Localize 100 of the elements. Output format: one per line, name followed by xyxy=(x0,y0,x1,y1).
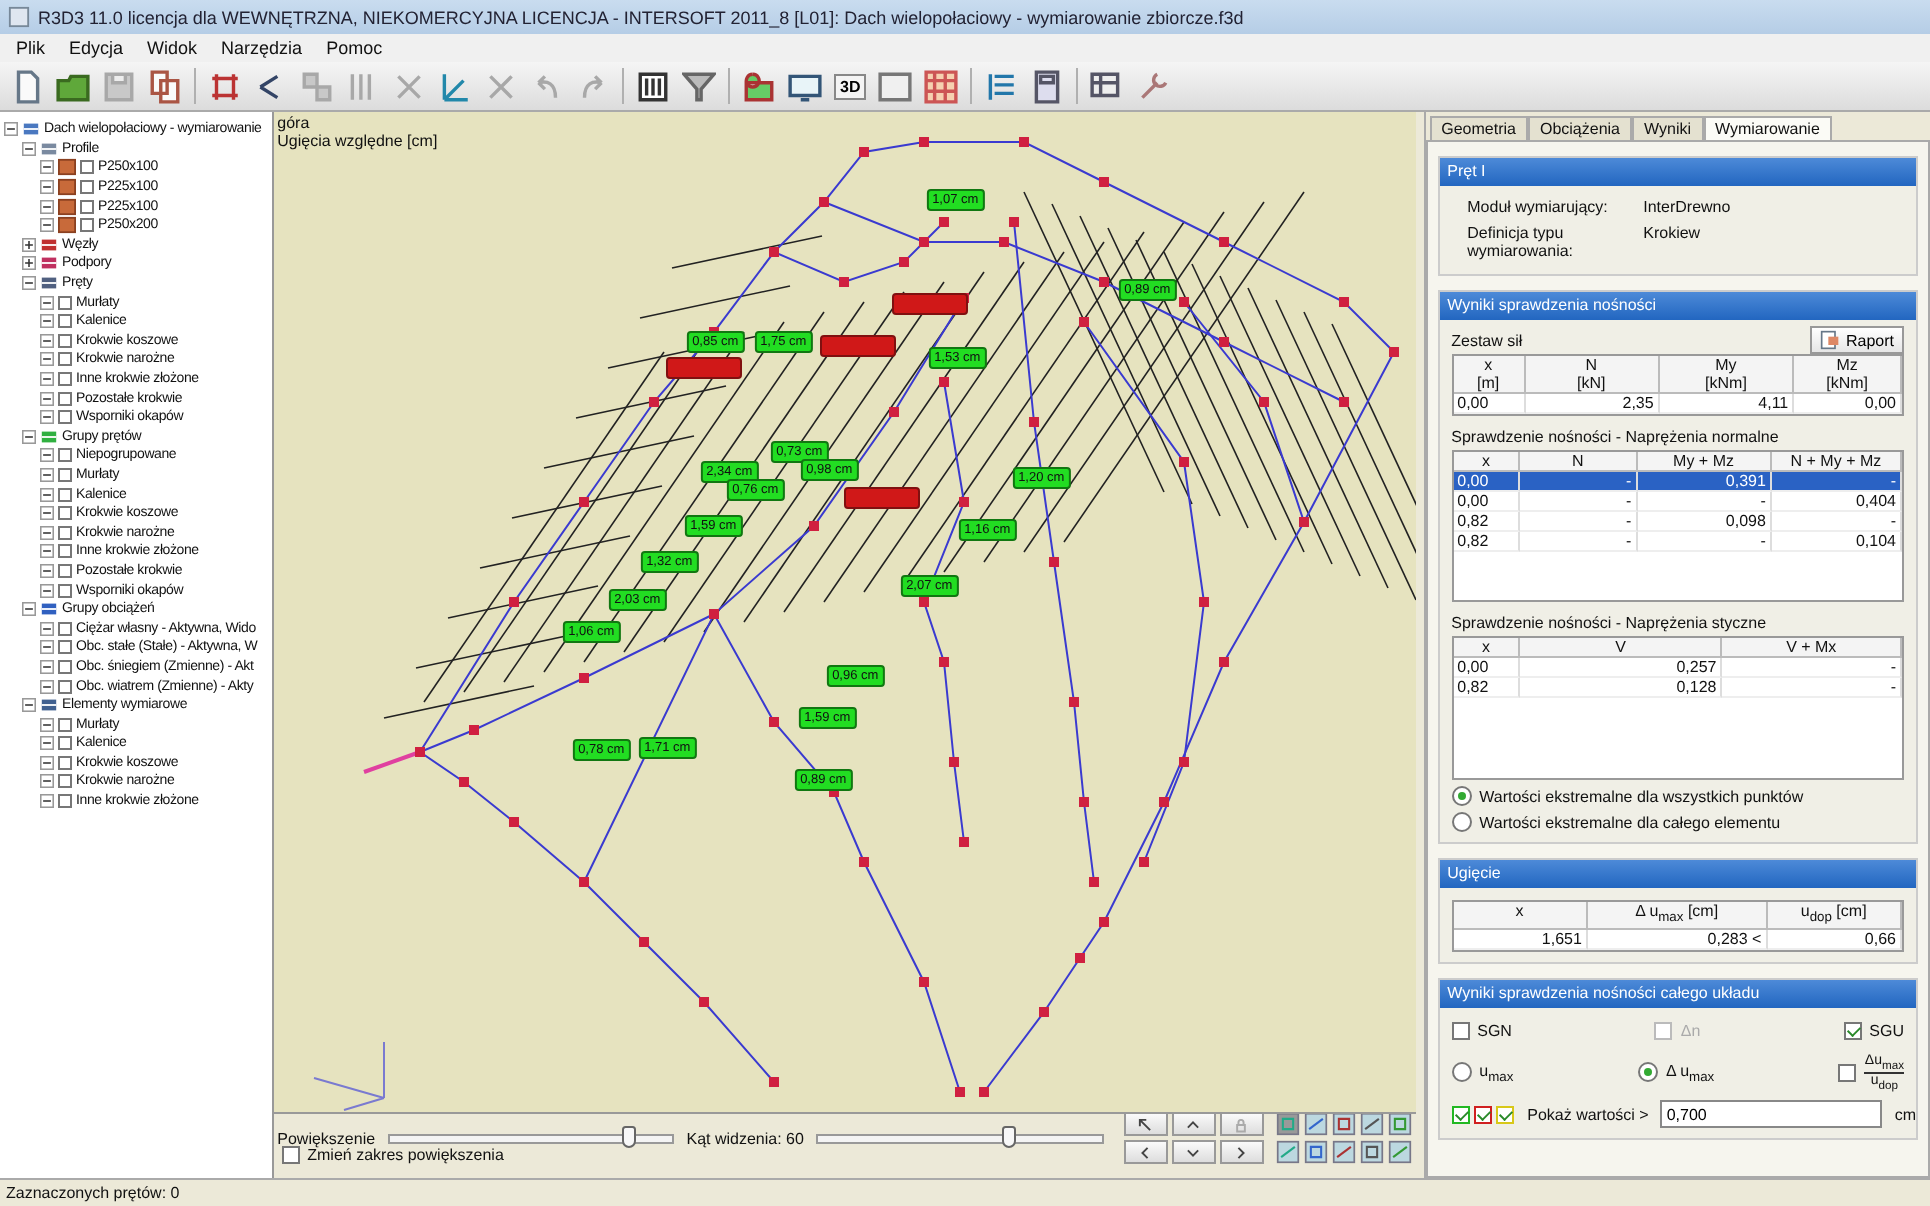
view-toggle-icon[interactable] xyxy=(1275,1140,1300,1164)
checkbox[interactable] xyxy=(58,448,72,463)
view-toggle-icon[interactable] xyxy=(1303,1140,1328,1164)
expander-icon[interactable] xyxy=(40,621,54,636)
color-checkbox[interactable] xyxy=(1451,1105,1470,1124)
radio-button[interactable] xyxy=(1451,786,1472,806)
expander-icon[interactable] xyxy=(40,794,54,809)
menu-item[interactable]: Edycja xyxy=(61,38,132,58)
checkbox[interactable] xyxy=(58,467,72,482)
expander-icon[interactable] xyxy=(22,602,36,617)
radio-button[interactable] xyxy=(1451,1062,1472,1083)
expander-icon[interactable] xyxy=(40,218,54,233)
expander-icon[interactable] xyxy=(40,352,54,367)
axis-icon[interactable] xyxy=(438,69,472,103)
expander-icon[interactable] xyxy=(40,199,54,214)
expander-icon[interactable] xyxy=(22,276,36,291)
table-row[interactable]: 0,82 0,128 - xyxy=(1453,678,1902,698)
checkbox[interactable] xyxy=(58,506,72,521)
checkbox[interactable] xyxy=(1451,1021,1470,1040)
checkbox[interactable] xyxy=(58,755,72,770)
reset-view-button[interactable] xyxy=(1123,1112,1168,1136)
expander-icon[interactable] xyxy=(40,487,54,502)
funnel-icon[interactable] xyxy=(682,69,716,103)
view-toggle-icon[interactable] xyxy=(1359,1140,1384,1164)
table-row[interactable]: 0,82 - - 0,104 xyxy=(1453,532,1902,552)
table-row[interactable]: 0,00 - 0,391 - xyxy=(1453,472,1902,492)
color-checkbox[interactable] xyxy=(1495,1105,1514,1124)
checkbox[interactable] xyxy=(58,736,72,751)
checkbox[interactable] xyxy=(58,544,72,559)
expander-icon[interactable] xyxy=(22,429,36,444)
table-row[interactable]: 0,00 2,35 4,11 0,00 xyxy=(1453,394,1902,414)
expander-icon[interactable] xyxy=(40,448,54,463)
checkbox[interactable] xyxy=(58,621,72,636)
checkbox[interactable] xyxy=(58,314,72,329)
view-toggle-icon[interactable] xyxy=(1331,1140,1356,1164)
expander-icon[interactable] xyxy=(40,525,54,540)
folder-icon[interactable] xyxy=(56,69,90,103)
expander-icon[interactable] xyxy=(40,736,54,751)
checkbox[interactable] xyxy=(58,295,72,310)
expander-icon[interactable] xyxy=(4,122,18,137)
expander-icon[interactable] xyxy=(40,160,54,175)
checkbox[interactable] xyxy=(80,199,94,214)
checkbox[interactable] xyxy=(58,717,72,732)
checkbox[interactable] xyxy=(80,218,94,233)
checkbox[interactable] xyxy=(80,160,94,175)
expander-icon[interactable] xyxy=(40,774,54,789)
threshold-input[interactable]: 0,700 xyxy=(1660,1100,1883,1129)
view-toggle-icon[interactable] xyxy=(1387,1112,1412,1136)
expander-icon[interactable] xyxy=(40,563,54,578)
expander-icon[interactable] xyxy=(40,544,54,559)
menu-item[interactable]: Plik xyxy=(8,38,54,58)
tab[interactable]: Wymiarowanie xyxy=(1703,116,1832,140)
report-button[interactable]: Raport xyxy=(1809,326,1904,354)
wrench-icon[interactable] xyxy=(1136,69,1171,103)
expander-icon[interactable] xyxy=(40,180,54,195)
view-3d-button[interactable]: 3D xyxy=(834,73,867,99)
view-toggle-icon[interactable] xyxy=(1303,1112,1328,1136)
checkbox[interactable] xyxy=(281,1146,300,1164)
expander-icon[interactable] xyxy=(22,256,36,271)
expander-icon[interactable] xyxy=(22,237,36,252)
checkbox[interactable] xyxy=(58,563,72,578)
pages-icon[interactable] xyxy=(148,69,182,103)
list-icon[interactable] xyxy=(984,69,1019,103)
view-toggle-icon[interactable] xyxy=(1359,1112,1384,1136)
checkbox[interactable] xyxy=(58,372,72,387)
table-row[interactable]: 0,00 0,257 - xyxy=(1453,658,1902,678)
tab[interactable]: Wyniki xyxy=(1632,116,1703,140)
checkbox[interactable] xyxy=(58,659,72,674)
frame-icon[interactable] xyxy=(208,69,242,103)
expander-icon[interactable] xyxy=(40,314,54,329)
right-button[interactable] xyxy=(1219,1140,1264,1164)
expander-icon[interactable] xyxy=(22,141,36,156)
view-toggle-icon[interactable] xyxy=(1275,1112,1300,1136)
expander-icon[interactable] xyxy=(40,295,54,310)
table-row[interactable]: 0,00 - - 0,404 xyxy=(1453,492,1902,512)
tab[interactable]: Geometria xyxy=(1429,116,1528,140)
checkbox[interactable] xyxy=(58,333,72,348)
slider-thumb[interactable] xyxy=(621,1125,636,1147)
view-toggle-icon[interactable] xyxy=(1331,1112,1356,1136)
expander-icon[interactable] xyxy=(40,679,54,694)
checkbox[interactable] xyxy=(58,794,72,809)
checkbox[interactable] xyxy=(58,391,72,406)
monitor-icon[interactable] xyxy=(788,69,822,103)
checkbox[interactable] xyxy=(58,410,72,425)
expander-icon[interactable] xyxy=(40,583,54,598)
expander-icon[interactable] xyxy=(40,755,54,770)
lock-button[interactable] xyxy=(1219,1112,1264,1136)
menu-item[interactable]: Widok xyxy=(139,38,206,58)
checkbox[interactable] xyxy=(58,679,72,694)
checkbox[interactable] xyxy=(58,774,72,789)
tab[interactable]: Obciążenia xyxy=(1527,116,1633,140)
table-row[interactable]: 0,82 - 0,098 - xyxy=(1453,512,1902,532)
checkbox[interactable] xyxy=(1843,1021,1862,1040)
expander-icon[interactable] xyxy=(40,333,54,348)
calculator-icon[interactable] xyxy=(1030,69,1065,103)
color-checkbox[interactable] xyxy=(1473,1105,1492,1124)
expander-icon[interactable] xyxy=(40,640,54,655)
expander-icon[interactable] xyxy=(40,467,54,482)
expander-icon[interactable] xyxy=(40,717,54,732)
checkbox[interactable] xyxy=(58,525,72,540)
